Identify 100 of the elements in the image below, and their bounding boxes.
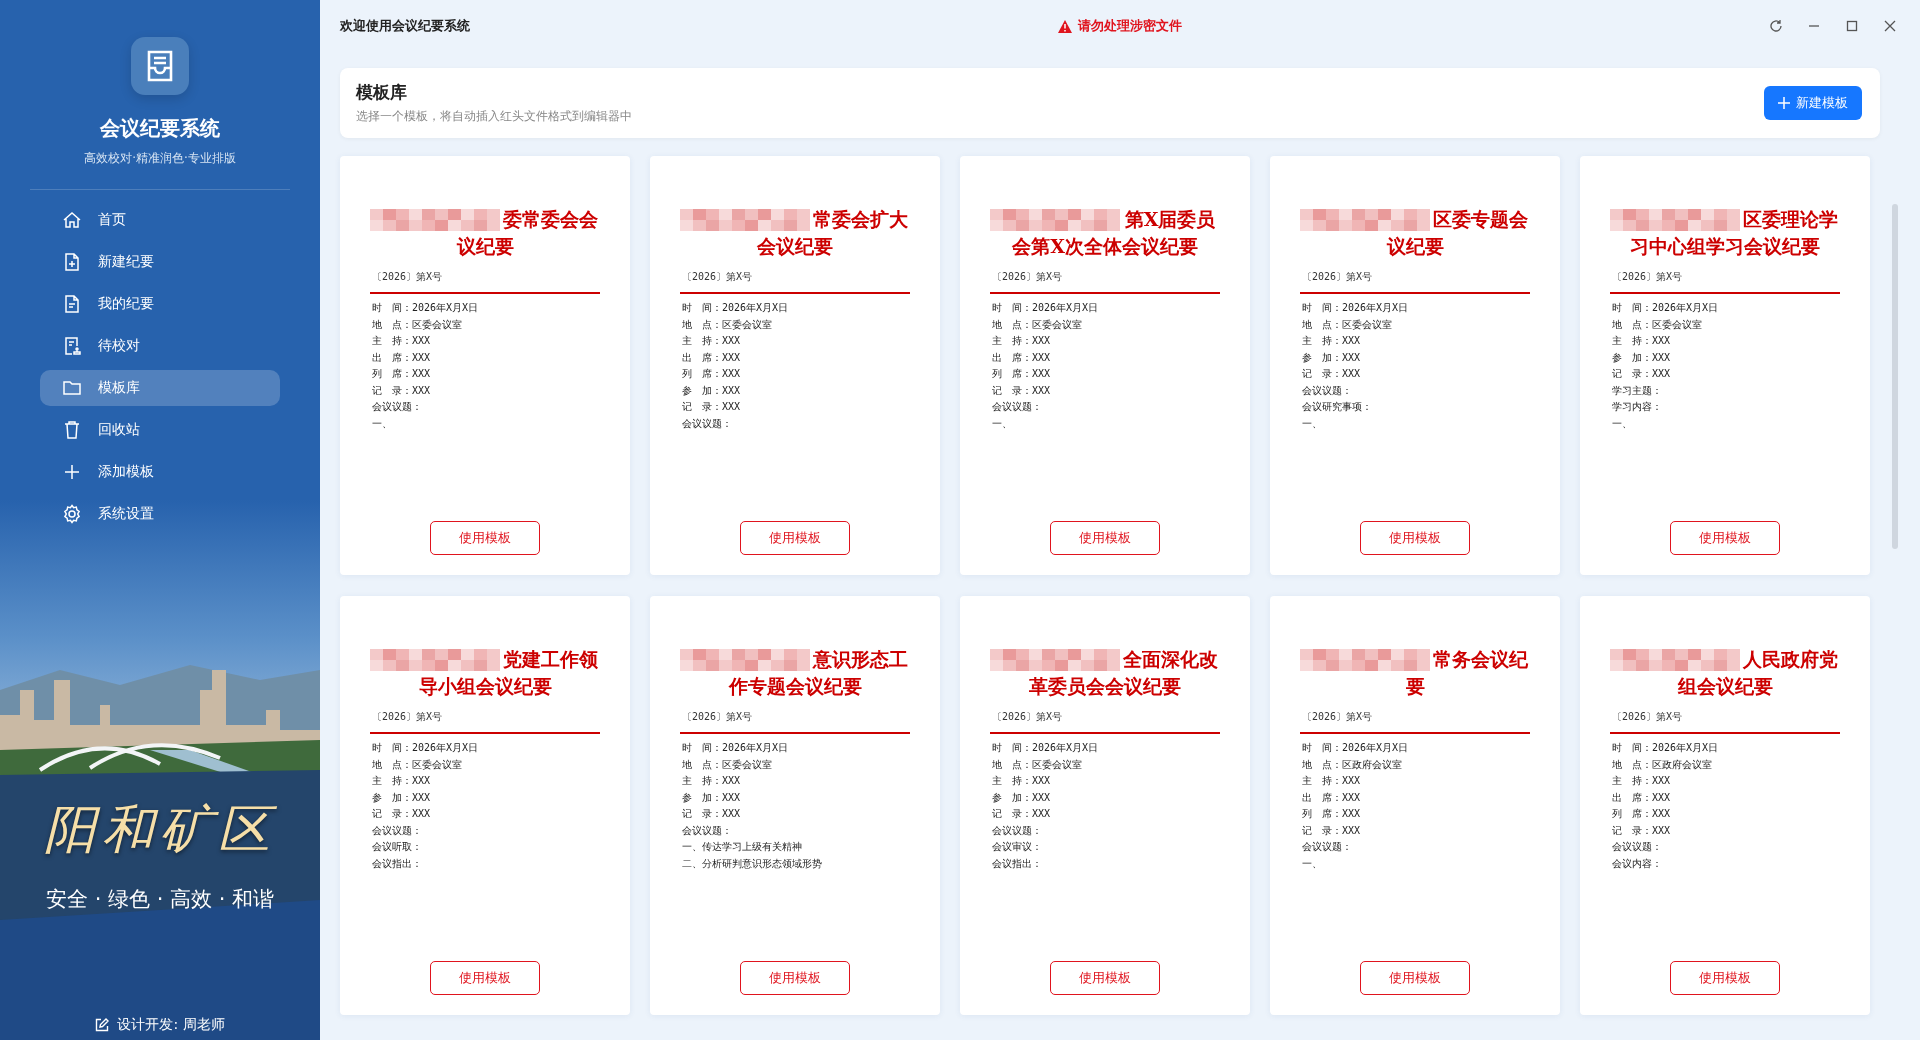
document-number: 〔2026〕第X号 [1611,710,1684,724]
app-tagline: 高效校对·精准润色·专业排版 [84,150,236,167]
template-line: 时 间：2026年X月X日 [372,301,480,315]
template-line: 主 持：XXX [682,774,742,788]
template-line: 主 持：XXX [682,334,742,348]
template-line: 会议议题： [372,823,423,838]
nav-item[interactable]: 新建纪要 [40,244,280,280]
place-name: 阳和矿区 [43,798,278,861]
maximize-icon [1845,19,1859,33]
template-line: 时 间：2026年X月X日 [1302,301,1410,315]
template-line: 主 持：XXX [992,774,1052,788]
template-line: 地 点：区委会议室 [682,757,773,772]
use-template-button[interactable]: 使用模板 [1360,961,1470,995]
nav-item[interactable]: 首页 [40,202,280,238]
template-line: 列 席：XXX [1612,807,1672,821]
template-line: 地 点：区委会议室 [1612,317,1703,332]
file-plus-icon [62,252,82,272]
template-line: 记 录：XXX [682,807,742,821]
template-line: 列 席：XXX [992,367,1052,381]
template-line: 记 录：XXX [1302,367,1362,381]
warning-icon [1058,19,1072,33]
use-template-button[interactable]: 使用模板 [740,961,850,995]
template-line: 会议内容： [1612,856,1663,871]
template-line: 一、 [1302,416,1323,431]
template-line: 记 录：XXX [992,807,1052,821]
template-line: 主 持：XXX [372,774,432,788]
template-line: 地 点：区委会议室 [372,757,463,772]
home-icon [62,210,82,230]
template-line: 记 录：XXX [1612,367,1672,381]
template-line: 主 持：XXX [1302,774,1362,788]
template-line: 二、分析研判意识形态领域形势 [682,856,823,871]
plus-icon [1778,97,1790,109]
slogan: 安全 · 绿色 · 高效 · 和谐 [44,886,276,913]
use-template-button[interactable]: 使用模板 [430,961,540,995]
nav-item[interactable]: 添加模板 [40,454,280,490]
window-title: 欢迎使用会议纪要系统 [340,17,470,35]
nav-item[interactable]: 模板库 [40,370,280,406]
plus-icon [62,462,82,482]
new-template-button[interactable]: 新建模板 [1764,86,1862,120]
use-template-button[interactable]: 使用模板 [1360,521,1470,555]
template-line: 一、 [1302,856,1323,871]
refresh-icon [1769,19,1783,33]
document-number: 〔2026〕第X号 [681,710,754,724]
use-template-button[interactable]: 使用模板 [1670,521,1780,555]
template-line: 一、 [992,416,1013,431]
nav-item[interactable]: 回收站 [40,412,280,448]
template-line: 地 点：区政府会议室 [1612,757,1713,772]
template-line: 会议听取： [372,840,423,854]
use-template-button[interactable]: 使用模板 [430,521,540,555]
document-number: 〔2026〕第X号 [991,270,1064,284]
template-title: 全面深化改革委员会会议纪要 [990,646,1220,700]
template-line: 记 录：XXX [682,400,742,414]
template-title: 委常委会会议纪要 [370,206,600,260]
template-line: 参 加：XXX [1612,350,1672,365]
template-line: 学习主题： [1612,383,1663,398]
app-title: 会议纪要系统 [100,115,220,142]
template-line: 会议议题： [992,400,1043,414]
template-line: 会议议题： [992,823,1043,838]
use-template-button[interactable]: 使用模板 [740,521,850,555]
folder-icon [62,378,82,398]
warning-text: 请勿处理涉密文件 [1078,17,1182,35]
nav-item[interactable]: 系统设置 [40,496,280,532]
nav-item[interactable]: 我的纪要 [40,286,280,322]
template-line: 会议研究事项： [1302,400,1373,414]
template-line: 参 加：XXX [682,790,742,805]
template-line: 会议议题： [1612,840,1663,854]
scrollbar[interactable] [1892,204,1898,549]
document-number: 〔2026〕第X号 [371,710,444,724]
template-line: 参 加：XXX [372,790,432,805]
use-template-button[interactable]: 使用模板 [1050,961,1160,995]
use-template-button[interactable]: 使用模板 [1670,961,1780,995]
template-line: 地 点：区委会议室 [682,317,773,332]
template-line: 地 点：区委会议室 [992,757,1083,772]
template-line: 出 席：XXX [1612,790,1672,805]
document-number: 〔2026〕第X号 [1301,710,1374,724]
nav-item[interactable]: 待校对 [40,328,280,364]
template-line: 记 录：XXX [1612,823,1672,838]
template-line: 主 持：XXX [1302,334,1362,348]
use-template-button[interactable]: 使用模板 [1050,521,1160,555]
template-line: 时 间：2026年X月X日 [682,741,790,755]
template-line: 时 间：2026年X月X日 [1612,741,1720,755]
template-title: 党建工作领导小组会议纪要 [370,646,600,700]
document-number: 〔2026〕第X号 [991,710,1064,724]
template-line: 会议指出： [372,856,423,871]
template-line: 主 持：XXX [992,334,1052,348]
template-line: 时 间：2026年X月X日 [372,741,480,755]
settings-icon [62,504,82,524]
template-line: 主 持：XXX [1612,774,1672,788]
template-line: 出 席：XXX [682,350,742,365]
template-line: 记 录：XXX [372,807,432,821]
template-line: 会议议题： [682,416,733,431]
document-number: 〔2026〕第X号 [1301,270,1374,284]
template-line: 会议议题： [1302,840,1353,854]
template-line: 记 录：XXX [992,383,1052,398]
template-line: 时 间：2026年X月X日 [992,301,1100,315]
template-line: 记 录：XXX [1302,823,1362,838]
page-title: 模板库 [356,81,408,104]
template-line: 出 席：XXX [992,350,1052,365]
template-line: 时 间：2026年X月X日 [1612,301,1720,315]
template-line: 一、传达学习上级有关精神 [682,840,803,854]
